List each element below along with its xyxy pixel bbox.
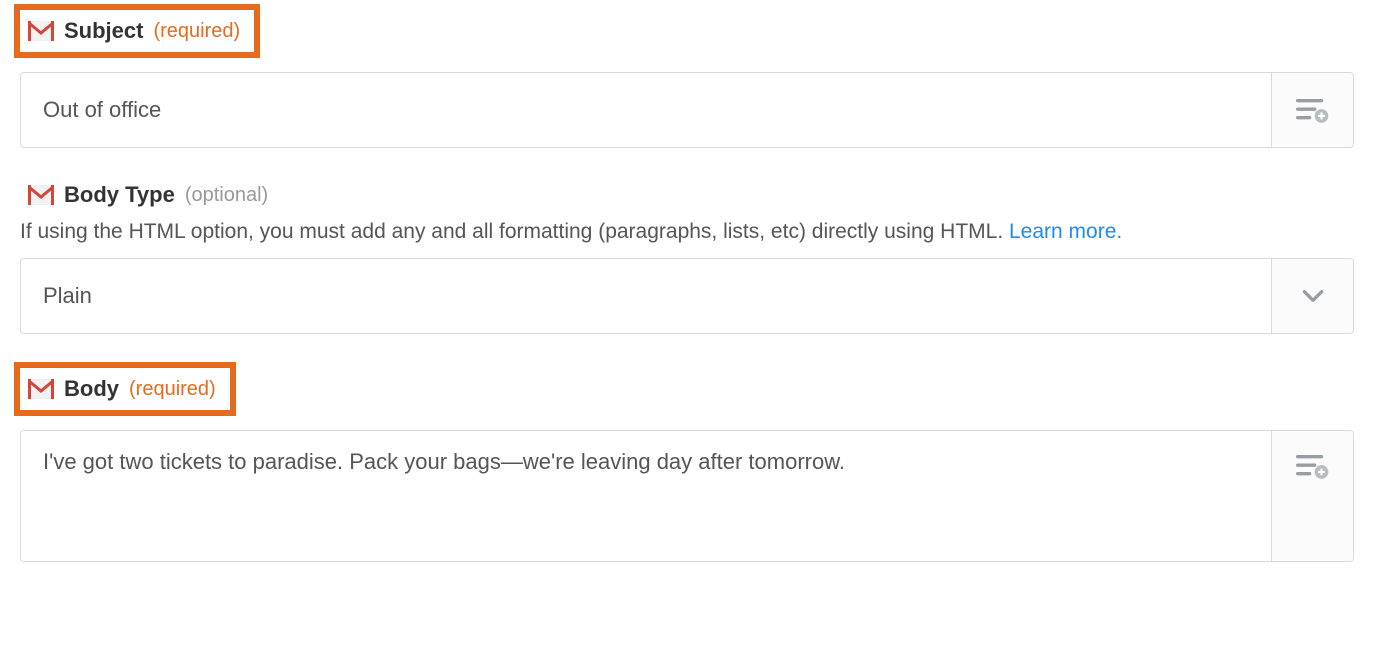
insert-data-button[interactable] [1271, 73, 1353, 147]
body-label: Body [64, 376, 119, 402]
subject-input[interactable]: Out of office [21, 73, 1271, 147]
insert-list-plus-icon [1296, 97, 1330, 123]
insert-data-button[interactable] [1271, 431, 1353, 561]
insert-list-plus-icon [1296, 453, 1330, 479]
body-type-field: Body Type (optional) If using the HTML o… [20, 176, 1354, 334]
gmail-icon [28, 379, 54, 399]
body-required-tag: (required) [129, 378, 216, 401]
subject-input-row: Out of office [20, 72, 1354, 148]
form-container: Subject (required) Out of office [0, 0, 1374, 610]
learn-more-link[interactable]: Learn more. [1009, 220, 1122, 243]
body-input[interactable]: I've got two tickets to paradise. Pack y… [21, 431, 1271, 561]
body-input-row: I've got two tickets to paradise. Pack y… [20, 430, 1354, 562]
subject-field: Subject (required) Out of office [20, 4, 1354, 148]
body-type-description-text: If using the HTML option, you must add a… [20, 220, 1009, 243]
body-type-label-row: Body Type (optional) [20, 176, 1354, 214]
chevron-down-icon [1300, 283, 1326, 309]
dropdown-toggle-button[interactable] [1271, 259, 1353, 333]
body-label-highlight: Body (required) [14, 362, 236, 416]
body-type-optional-tag: (optional) [185, 184, 268, 207]
body-type-value[interactable]: Plain [21, 259, 1271, 333]
gmail-icon [28, 185, 54, 205]
body-type-label: Body Type [64, 182, 175, 208]
body-field: Body (required) I've got two tickets to … [20, 362, 1354, 562]
subject-required-tag: (required) [153, 20, 240, 43]
body-type-description: If using the HTML option, you must add a… [20, 220, 1354, 244]
body-type-select-row[interactable]: Plain [20, 258, 1354, 334]
subject-label-highlight: Subject (required) [14, 4, 260, 58]
subject-label: Subject [64, 18, 143, 44]
gmail-icon [28, 21, 54, 41]
